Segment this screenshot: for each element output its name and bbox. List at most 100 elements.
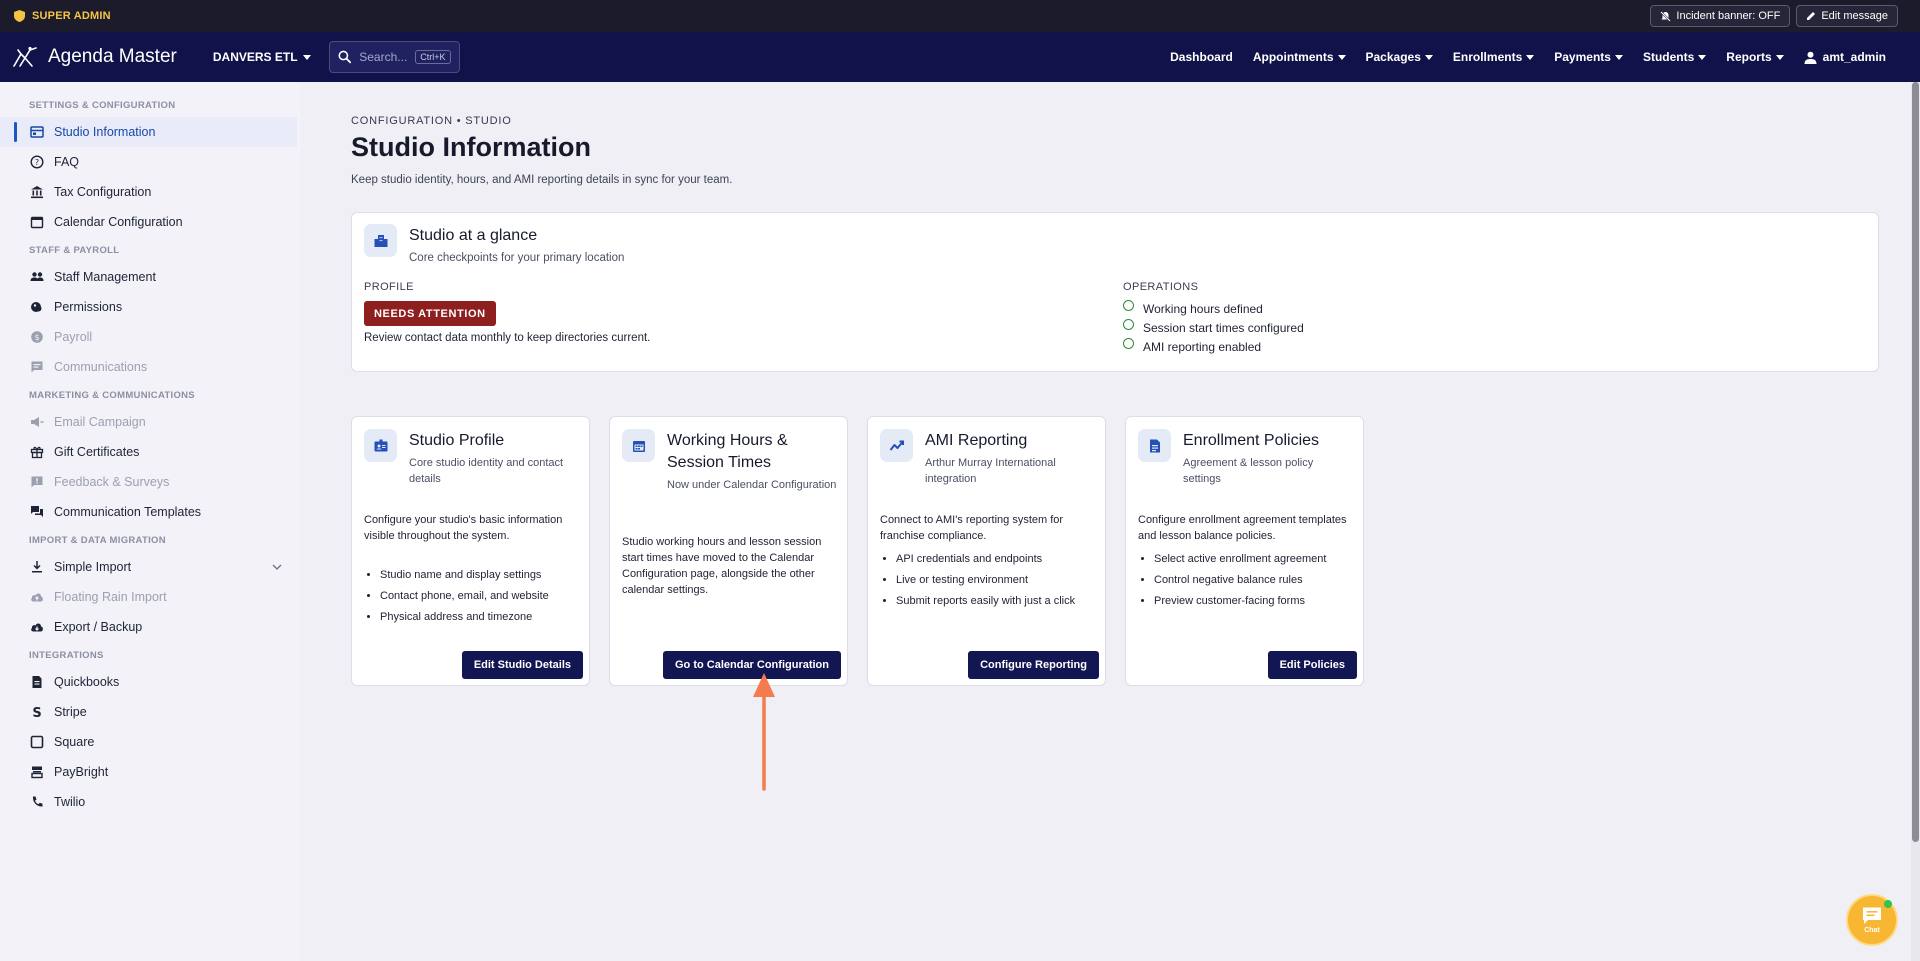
chevron-down-icon	[1698, 54, 1707, 60]
edit-message-button[interactable]: Edit message	[1796, 5, 1898, 27]
operations-item: Session start times configured	[1123, 318, 1304, 337]
sidebar-item-label: Square	[54, 735, 95, 749]
sidebar-item-calendar-configuration[interactable]: Calendar Configuration	[0, 207, 300, 237]
super-admin-bar: SUPER ADMIN Incident banner: OFF Edit me…	[0, 0, 1920, 32]
sidebar-item-label: FAQ	[54, 155, 80, 169]
configure-reporting-button[interactable]: Configure Reporting	[968, 651, 1099, 679]
card-subtitle: Core studio identity and contact details	[409, 457, 564, 485]
edit-message-label: Edit message	[1821, 10, 1888, 22]
edit-studio-details-button[interactable]: Edit Studio Details	[461, 651, 583, 679]
nav-reports[interactable]: Reports	[1726, 50, 1784, 64]
global-search[interactable]: Search... Ctrl+K	[328, 41, 460, 73]
incident-banner-toggle[interactable]: Incident banner: OFF	[1650, 5, 1791, 27]
chevron-down-icon[interactable]	[272, 564, 282, 570]
card-bullets: Studio name and display settings Contact…	[380, 567, 580, 630]
nav-students[interactable]: Students	[1642, 50, 1707, 64]
nav-payments-label: Payments	[1554, 50, 1611, 64]
card-title: Studio Profile	[409, 432, 505, 449]
nav-dashboard-label: Dashboard	[1170, 50, 1233, 64]
sidebar-item-paybright[interactable]: PayBright	[0, 757, 300, 787]
sidebar-item-faq[interactable]: ? FAQ	[0, 147, 300, 177]
sidebar-item-permissions[interactable]: Permissions	[0, 292, 300, 322]
sidebar-item-label: Gift Certificates	[54, 445, 140, 459]
svg-text:?: ?	[35, 158, 39, 167]
user-menu[interactable]: amt_admin	[1804, 50, 1886, 64]
card-title: Enrollment Policies	[1183, 432, 1320, 449]
sidebar-item-gift-certificates[interactable]: Gift Certificates	[0, 437, 300, 467]
card-body: Configure your studio's basic informatio…	[364, 514, 563, 542]
sidebar-item-studio-information[interactable]: Studio Information	[0, 117, 297, 147]
sidebar-item-email-campaign[interactable]: Email Campaign	[0, 407, 300, 437]
sidebar-section-title: SETTINGS & CONFIGURATION	[29, 100, 176, 111]
sidebar-item-label: Communications	[54, 360, 148, 374]
nav-payments[interactable]: Payments	[1554, 50, 1623, 64]
sidebar-item-feedback-surveys[interactable]: Feedback & Surveys	[0, 467, 300, 497]
sidebar-item-label: Payroll	[54, 330, 93, 344]
breadcrumb: CONFIGURATION • STUDIO	[351, 115, 512, 127]
studio-glance-card: Studio at a glance Core checkpoints for …	[351, 212, 1879, 372]
brand[interactable]: Agenda Master	[12, 46, 177, 68]
operations-item: AMI reporting enabled	[1123, 337, 1304, 356]
incident-banner-label: Incident banner: OFF	[1676, 10, 1781, 22]
nav-enrollments[interactable]: Enrollments	[1453, 50, 1535, 64]
document-icon	[32, 676, 42, 688]
card-title: Working Hours & Session Times	[667, 432, 788, 471]
edit-policies-button[interactable]: Edit Policies	[1267, 651, 1357, 679]
card-bullet: Physical address and timezone	[380, 609, 580, 630]
sidebar-item-label: Quickbooks	[54, 675, 120, 689]
status-circle-icon	[1123, 319, 1134, 330]
working-hours-card: Working Hours & Session Times Now under …	[609, 416, 848, 686]
sidebar-item-communication-templates[interactable]: Communication Templates	[0, 497, 300, 527]
sidebar-item-label: Calendar Configuration	[54, 215, 183, 229]
svg-text:S: S	[32, 706, 41, 719]
sidebar-item-simple-import[interactable]: Simple Import	[0, 552, 300, 582]
forum-icon	[31, 506, 43, 517]
status-badge: NEEDS ATTENTION	[364, 301, 496, 326]
nav-packages[interactable]: Packages	[1366, 50, 1433, 64]
sidebar-item-label: Simple Import	[54, 560, 132, 574]
card-subtitle: Arthur Murray International integration	[925, 457, 1056, 485]
card-bullet: Contact phone, email, and website	[380, 588, 580, 609]
sidebar-item-quickbooks[interactable]: Quickbooks	[0, 667, 300, 697]
svg-text:$: $	[34, 333, 39, 342]
nav-dashboard[interactable]: Dashboard	[1170, 50, 1233, 64]
nav-reports-label: Reports	[1726, 50, 1772, 64]
building-icon	[364, 224, 397, 257]
payments-icon: $	[31, 331, 43, 343]
sidebar-item-staff-management[interactable]: Staff Management	[0, 262, 300, 292]
sidebar-item-payroll[interactable]: $ Payroll	[0, 322, 300, 352]
cloud-upload-icon	[31, 593, 43, 602]
card-subtitle: Agreement & lesson policy settings	[1183, 457, 1314, 485]
sidebar-item-tax-configuration[interactable]: Tax Configuration	[0, 177, 300, 207]
page-scrollbar[interactable]	[1911, 82, 1920, 961]
sidebar-item-floating-rain-import[interactable]: Floating Rain Import	[0, 582, 300, 612]
sidebar-item-label: Feedback & Surveys	[54, 475, 170, 489]
card-bullet: Select active enrollment agreement	[1154, 551, 1354, 572]
studio-selector[interactable]: DANVERS ETL	[213, 50, 311, 64]
chat-label: Chat	[1864, 927, 1880, 934]
download-icon	[32, 561, 42, 573]
chat-button[interactable]: Chat	[1846, 894, 1898, 946]
sidebar-item-communications[interactable]: Communications	[0, 352, 300, 382]
chevron-down-icon	[1614, 54, 1623, 60]
profile-label: PROFILE	[364, 281, 414, 293]
sidebar-item-square[interactable]: Square	[0, 727, 300, 757]
sidebar-item-label: Tax Configuration	[54, 185, 152, 199]
nav-appointments[interactable]: Appointments	[1253, 50, 1346, 64]
trending-up-icon	[880, 429, 913, 462]
bell-off-icon	[1660, 10, 1672, 22]
pencil-icon	[1807, 12, 1816, 20]
square-icon	[30, 735, 44, 749]
studio-name: DANVERS ETL	[212, 50, 298, 64]
operations-label: OPERATIONS	[1123, 281, 1199, 293]
card-bullet: API credentials and endpoints	[896, 551, 1096, 572]
card-body: Connect to AMI's reporting system for fr…	[880, 514, 1064, 542]
card-subtitle: Now under Calendar Configuration	[667, 479, 837, 491]
sidebar-item-export-backup[interactable]: Export / Backup	[0, 612, 300, 642]
nav-students-label: Students	[1642, 50, 1695, 64]
sidebar-item-twilio[interactable]: Twilio	[0, 787, 300, 817]
scrollbar-thumb[interactable]	[1912, 82, 1919, 842]
main-nav: Dashboard Appointments Packages Enrollme…	[1170, 50, 1886, 64]
sidebar-item-stripe[interactable]: S Stripe	[0, 697, 300, 727]
paybright-icon	[31, 766, 43, 779]
